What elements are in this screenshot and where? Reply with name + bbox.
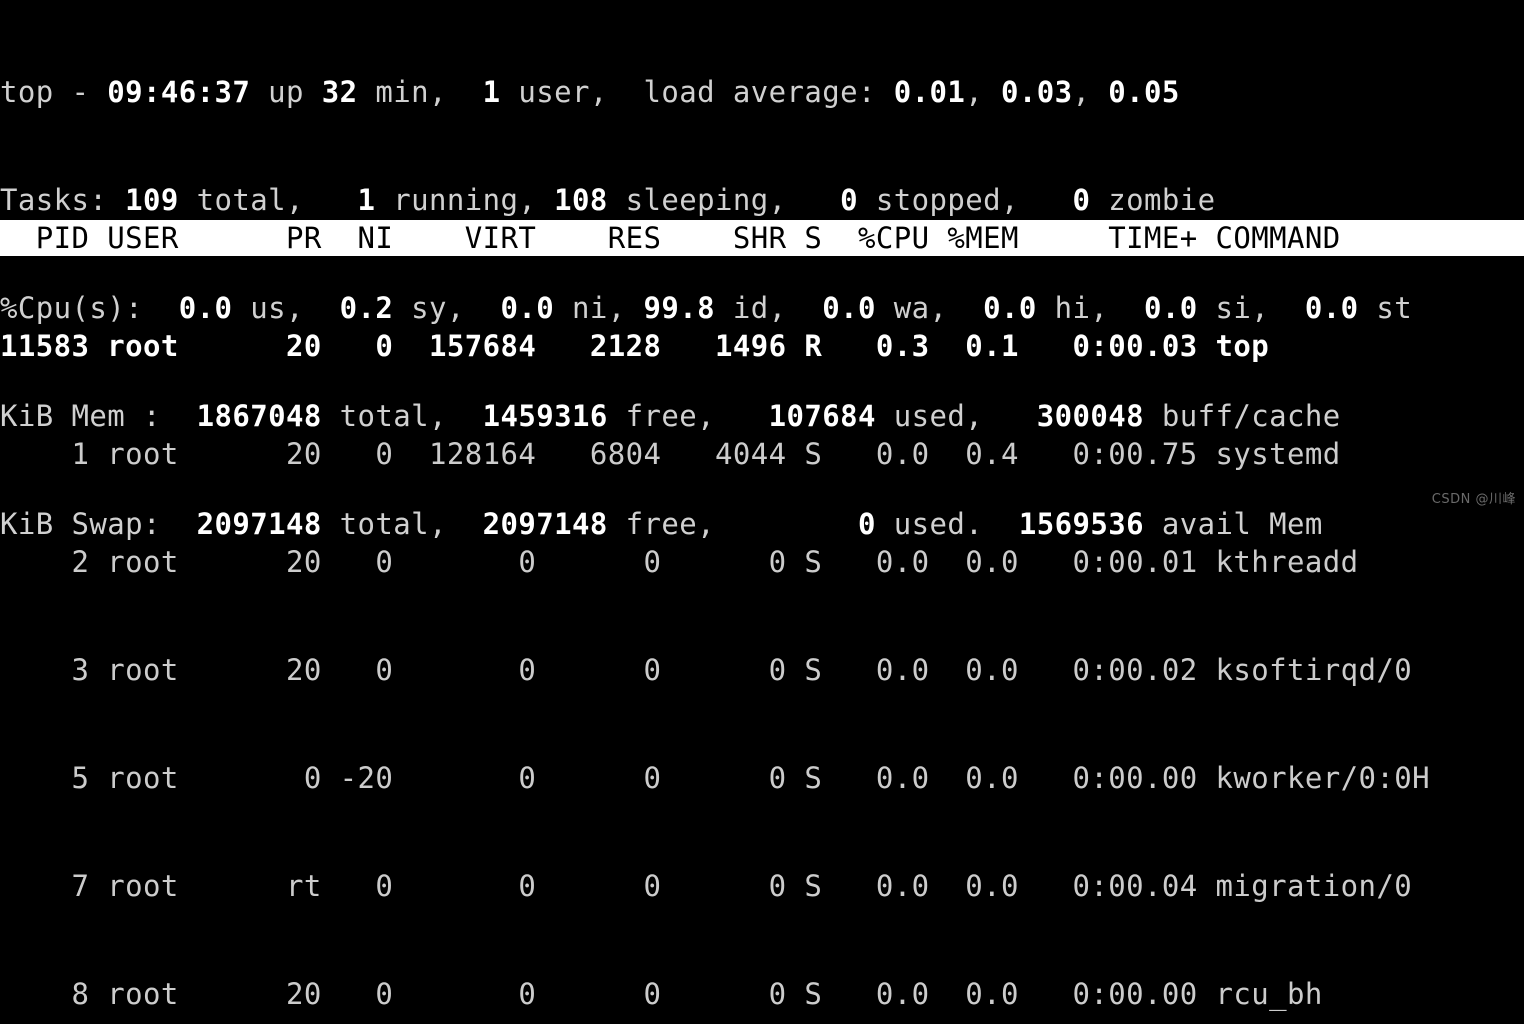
numeric-value: 0.05 [1108, 75, 1180, 109]
table-row[interactable]: 2 root 20 0 0 0 0 S 0.0 0.0 0:00.01 kthr… [0, 544, 1524, 580]
table-row[interactable]: 5 root 0 -20 0 0 0 S 0.0 0.0 0:00.00 kwo… [0, 760, 1524, 796]
table-row[interactable]: 3 root 20 0 0 0 0 S 0.0 0.0 0:00.02 ksof… [0, 652, 1524, 688]
process-table-header[interactable]: PID USER PR NI VIRT RES SHR S %CPU %MEM … [0, 220, 1524, 256]
table-row-text: 8 root 20 0 0 0 0 S 0.0 0.0 0:00.00 rcu_… [0, 977, 1323, 1011]
table-row-text: 7 root rt 0 0 0 0 S 0.0 0.0 0:00.04 migr… [0, 869, 1413, 903]
table-row[interactable]: 1 root 20 0 128164 6804 4044 S 0.0 0.4 0… [0, 436, 1524, 472]
table-row[interactable]: 8 root 20 0 0 0 0 S 0.0 0.0 0:00.00 rcu_… [0, 976, 1524, 1012]
table-row-text: 11583 root 20 0 157684 2128 1496 R 0.3 0… [0, 329, 1270, 363]
numeric-value: 0 [840, 183, 858, 217]
numeric-value: 109 [125, 183, 179, 217]
numeric-value: 0 [1072, 183, 1091, 217]
numeric-value: 1 [482, 75, 501, 109]
process-table-body: 11583 root 20 0 157684 2128 1496 R 0.3 0… [0, 256, 1524, 1024]
numeric-value: 0.03 [1001, 75, 1073, 109]
table-row-text: 5 root 0 -20 0 0 0 S 0.0 0.0 0:00.00 kwo… [0, 761, 1430, 795]
numeric-value: 0.01 [893, 75, 966, 109]
table-row[interactable]: 11583 root 20 0 157684 2128 1496 R 0.3 0… [0, 328, 1524, 364]
table-row-text: 3 root 20 0 0 0 0 S 0.0 0.0 0:00.02 ksof… [0, 653, 1413, 687]
uptime-line: top - 09:46:37 up 32 min, 1 user, load a… [0, 74, 1524, 110]
tasks-line: Tasks: 109 total, 1 running, 108 sleepin… [0, 182, 1524, 218]
csdn-watermark: CSDN @川峰 [1431, 492, 1516, 507]
numeric-value: 32 [321, 75, 358, 109]
numeric-value: 108 [554, 183, 608, 217]
process-table-header-text: PID USER PR NI VIRT RES SHR S %CPU %MEM … [0, 221, 1359, 255]
numeric-value: 1 [357, 183, 376, 217]
terminal-window[interactable]: top - 09:46:37 up 32 min, 1 user, load a… [0, 0, 1524, 1011]
table-row[interactable]: 7 root rt 0 0 0 0 S 0.0 0.0 0:00.04 migr… [0, 868, 1524, 904]
tasks-line-text: Tasks: 109 total, 1 running, 108 sleepin… [0, 183, 1216, 217]
numeric-value: 09:46:37 [107, 75, 251, 109]
table-row-text: 1 root 20 0 128164 6804 4044 S 0.0 0.4 0… [0, 437, 1341, 471]
table-row-text: 2 root 20 0 0 0 0 S 0.0 0.0 0:00.01 kthr… [0, 545, 1359, 579]
uptime-line-text: top - 09:46:37 up 32 min, 1 user, load a… [0, 75, 1180, 109]
